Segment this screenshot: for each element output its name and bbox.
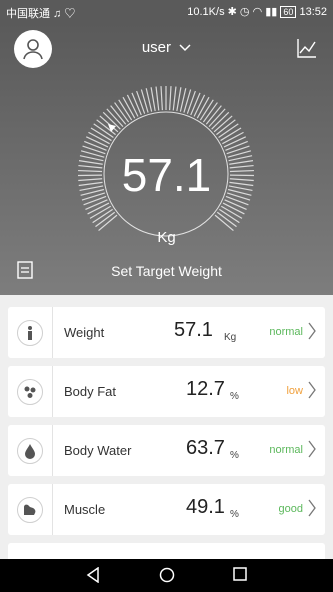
set-target-weight-button[interactable]: Set Target Weight [0, 263, 333, 279]
gauge-tick [155, 86, 160, 111]
metric-status: normal [269, 326, 303, 338]
metric-name: Body Water [64, 443, 132, 458]
chevron-right-icon [308, 381, 316, 399]
metric-value: 49.1 [186, 496, 225, 518]
back-icon[interactable] [86, 567, 100, 583]
fat-cells-icon [17, 378, 43, 405]
system-nav-bar [0, 559, 333, 592]
metric-row-body-water[interactable]: Body Water 63.7 % normal [8, 425, 325, 476]
metric-icon-cell [8, 425, 53, 476]
chevron-right-icon [308, 440, 316, 458]
gauge-tick [193, 94, 206, 117]
home-icon[interactable] [159, 567, 175, 583]
chevron-right-icon [308, 322, 316, 340]
metric-list: Weight 57.1 Kg normal Body Fat 12.7 % lo… [0, 295, 333, 559]
gauge-tick [126, 94, 139, 117]
metric-status: low [286, 385, 303, 397]
metric-unit: % [230, 391, 239, 402]
gauge-indicator [108, 124, 116, 132]
network-speed: 10.1K/s [187, 6, 225, 18]
metric-row-muscle[interactable]: Muscle 49.1 % good [8, 484, 325, 535]
metric-value: 57.1 [174, 319, 213, 341]
metric-icon-cell [8, 366, 53, 417]
gauge-tick [131, 92, 142, 116]
gauge-tick [160, 86, 163, 111]
metric-name: Body Fat [64, 384, 117, 399]
weight-unit: Kg [157, 229, 176, 246]
status-bar: 中国联通 ♫ ♡ 10.1K/s ✱ ◷ ◠ ▮▮ 60 13:52 [0, 0, 333, 22]
gauge-tick [172, 86, 177, 111]
metric-value: 12.7 [186, 378, 225, 400]
gauge-tick [190, 92, 201, 116]
metric-value: 63.7 [186, 437, 225, 459]
water-drop-icon [17, 437, 43, 464]
weight-value: 57.1 [121, 149, 212, 201]
gauge-tick [223, 136, 247, 148]
chevron-right-icon [308, 499, 316, 517]
gauge-tick [150, 87, 156, 112]
status-right: 10.1K/s ✱ ◷ ◠ ▮▮ 60 13:52 [187, 5, 327, 18]
metric-status: normal [269, 444, 303, 456]
weight-hero: user 57.1 Kg Set Target Weight [0, 22, 333, 295]
metric-row-weight[interactable]: Weight 57.1 Kg normal [8, 307, 325, 358]
metric-row-body-fat[interactable]: Body Fat 12.7 % low [8, 366, 325, 417]
metric-icon-cell [8, 484, 53, 535]
metric-status: good [278, 503, 303, 515]
metric-unit: % [230, 509, 239, 520]
status-icons: ✱ ◷ ◠ ▮▮ [227, 6, 281, 18]
muscle-arm-icon [17, 496, 43, 523]
gauge-tick [85, 136, 109, 148]
metric-unit: % [230, 450, 239, 461]
metric-name: Muscle [64, 502, 106, 517]
clock: 13:52 [299, 6, 327, 18]
person-icon [17, 319, 43, 346]
metric-icon-cell [8, 307, 53, 358]
gauge-tick [169, 86, 172, 111]
metric-row-partial[interactable] [8, 543, 325, 559]
carrier-text: 中国联通 ♫ ♡ [6, 8, 76, 20]
battery-level: 60 [280, 6, 297, 18]
metric-name: Weight [64, 325, 105, 340]
metric-unit: Kg [224, 332, 237, 343]
recents-icon[interactable] [233, 567, 247, 581]
gauge-tick [176, 87, 182, 112]
